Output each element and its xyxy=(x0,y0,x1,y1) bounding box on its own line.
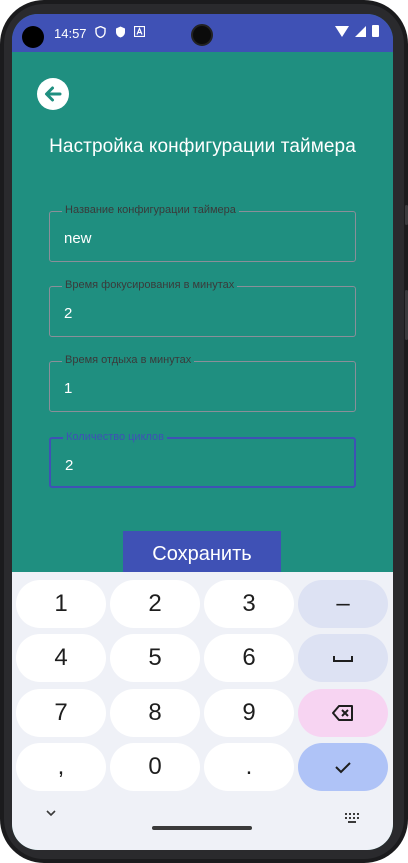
cycles-count-label: Количество циклов xyxy=(63,431,168,443)
signal-icon xyxy=(355,25,366,37)
cycles-count-field[interactable]: Количество циклов 2 xyxy=(49,431,356,488)
keyboard-icon[interactable] xyxy=(344,812,360,824)
save-button[interactable]: Сохранить xyxy=(123,531,281,577)
battery-icon xyxy=(372,25,379,37)
cycles-count-value: 2 xyxy=(65,457,74,474)
key-space[interactable] xyxy=(298,634,388,682)
focus-time-value: 2 xyxy=(64,305,73,322)
focus-time-label: Время фокусирования в минутах xyxy=(62,279,238,291)
arrow-left-icon xyxy=(45,86,62,102)
key-9[interactable]: 9 xyxy=(204,689,294,737)
backspace-icon xyxy=(332,705,353,721)
key-dot[interactable]: . xyxy=(204,743,294,791)
key-7[interactable]: 7 xyxy=(16,689,106,737)
key-5[interactable]: 5 xyxy=(110,634,200,682)
key-minus[interactable]: – xyxy=(298,580,388,628)
status-time: 14:57 xyxy=(54,26,87,41)
key-enter[interactable] xyxy=(298,743,388,791)
config-name-field[interactable]: Название конфигурации таймера new xyxy=(49,204,356,262)
space-icon xyxy=(333,656,353,662)
check-icon xyxy=(335,762,351,774)
shield-filled-icon xyxy=(115,26,126,41)
page-title: Настройка конфигурации таймера xyxy=(49,136,356,157)
back-button[interactable] xyxy=(37,78,69,110)
phone-frame: 14:57 Настройка конфигурации таймера Наз… xyxy=(0,0,408,863)
key-1[interactable]: 1 xyxy=(16,580,106,628)
chevron-down-icon[interactable] xyxy=(44,808,58,818)
key-4[interactable]: 4 xyxy=(16,634,106,682)
rest-time-label: Время отдыха в минутах xyxy=(62,354,195,366)
screen: 14:57 Настройка конфигурации таймера Наз… xyxy=(12,14,393,850)
focus-time-field[interactable]: Время фокусирования в минутах 2 xyxy=(49,279,356,337)
a-icon xyxy=(133,25,146,40)
rest-time-field[interactable]: Время отдыха в минутах 1 xyxy=(49,354,356,412)
key-8[interactable]: 8 xyxy=(110,689,200,737)
key-2[interactable]: 2 xyxy=(110,580,200,628)
front-camera xyxy=(191,24,213,46)
rest-time-value: 1 xyxy=(64,380,73,397)
status-bar: 14:57 xyxy=(12,14,393,52)
key-backspace[interactable] xyxy=(298,689,388,737)
config-name-value: new xyxy=(64,230,92,247)
key-3[interactable]: 3 xyxy=(204,580,294,628)
config-name-label: Название конфигурации таймера xyxy=(62,204,239,216)
gesture-handle[interactable] xyxy=(152,826,252,830)
key-comma[interactable]: , xyxy=(16,743,106,791)
key-6[interactable]: 6 xyxy=(204,634,294,682)
key-0[interactable]: 0 xyxy=(110,743,200,791)
wifi-icon xyxy=(335,25,349,37)
shield-icon xyxy=(95,25,106,41)
camera-cutout xyxy=(22,26,44,48)
numeric-keyboard: 1 2 3 – 4 5 6 7 8 9 , 0 . xyxy=(12,572,393,850)
